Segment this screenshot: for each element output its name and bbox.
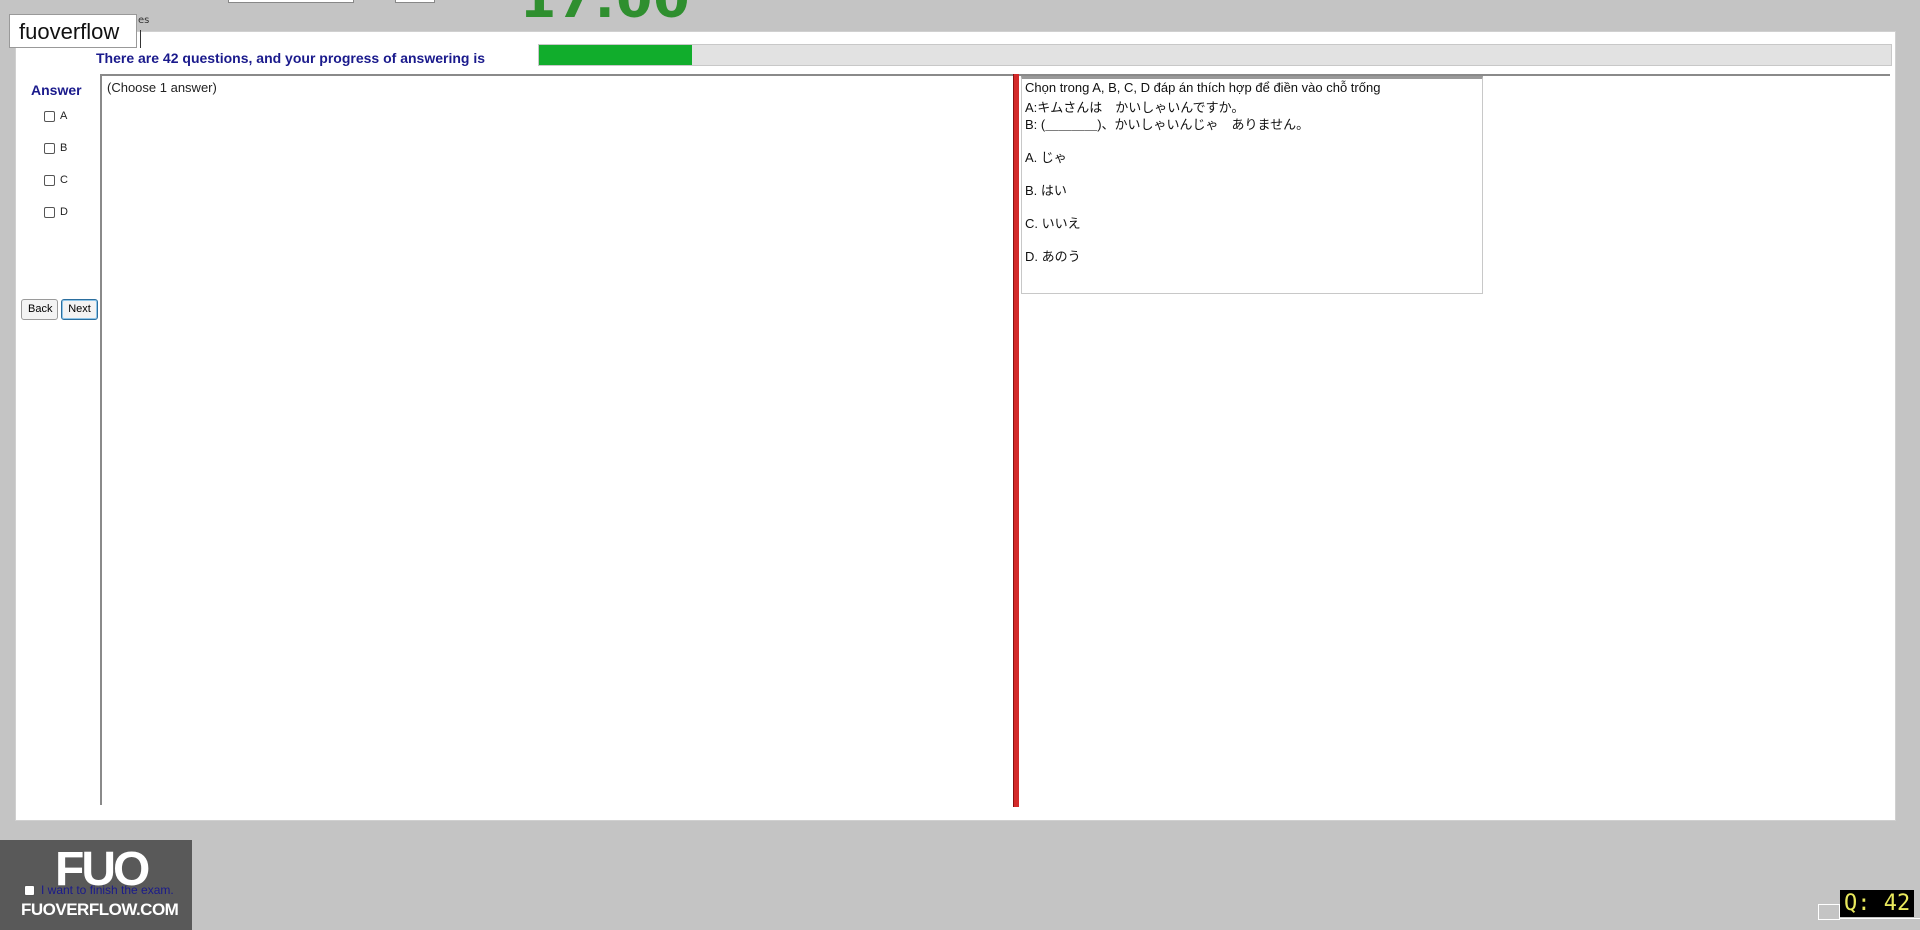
answer-title: Answer: [31, 82, 82, 98]
question-line-b: B: (＿＿＿＿)、かいしゃいんじゃ ありません。: [1025, 117, 1310, 132]
progress-label: There are 42 questions, and your progres…: [96, 50, 485, 66]
question-instruction: Chọn trong A, B, C, D đáp án thích hợp đ…: [1025, 80, 1381, 95]
option-a-label: A: [60, 110, 68, 122]
option-c[interactable]: C: [44, 174, 68, 186]
option-a[interactable]: A: [44, 110, 67, 122]
back-button[interactable]: Back: [21, 299, 58, 320]
pane-splitter[interactable]: [1013, 74, 1019, 807]
exam-timer: 17:00: [520, 0, 691, 30]
option-c-label: C: [60, 174, 68, 186]
next-button[interactable]: Next: [61, 299, 98, 320]
qcount-frame: [1818, 904, 1840, 920]
option-a-checkbox[interactable]: [44, 110, 55, 122]
logo-site: FUOVERFLOW.COM: [21, 900, 179, 919]
top-strip: 17:00: [0, 0, 1920, 30]
option-b-checkbox[interactable]: [44, 142, 55, 154]
progress-bar-fill: [539, 45, 692, 65]
brand-name: fuoverflow: [19, 19, 120, 44]
finish-exam-row[interactable]: I want to finish the exam.: [24, 883, 174, 897]
option-d-checkbox[interactable]: [44, 206, 55, 218]
option-d[interactable]: D: [44, 206, 68, 218]
qcount-underline: [1840, 918, 1920, 919]
top-input-field[interactable]: [228, 0, 354, 3]
question-box: Chọn trong A, B, C, D đáp án thích hợp đ…: [1021, 76, 1483, 294]
option-d-label: D: [60, 206, 68, 218]
top-small-field[interactable]: [395, 0, 435, 3]
choice-c-text: C. いいえ: [1025, 216, 1081, 231]
finish-exam-checkbox[interactable]: [24, 884, 35, 896]
text-caret: [140, 30, 141, 48]
option-b-label: B: [60, 142, 68, 154]
question-count-badge: Q: 42: [1840, 890, 1915, 917]
choose-hint: (Choose 1 answer): [107, 80, 217, 95]
option-b[interactable]: B: [44, 142, 67, 154]
choice-a-text: A. じゃ: [1025, 150, 1067, 165]
brand-suffix: es: [138, 15, 150, 26]
option-c-checkbox[interactable]: [44, 174, 55, 186]
question-content-area: [100, 74, 1890, 805]
progress-bar: [538, 44, 1892, 66]
choice-b-text: B. はい: [1025, 183, 1067, 198]
finish-exam-label: I want to finish the exam.: [41, 883, 174, 897]
brand-badge: fuoverflow: [9, 14, 137, 48]
choice-d-text: D. あのう: [1025, 249, 1081, 264]
